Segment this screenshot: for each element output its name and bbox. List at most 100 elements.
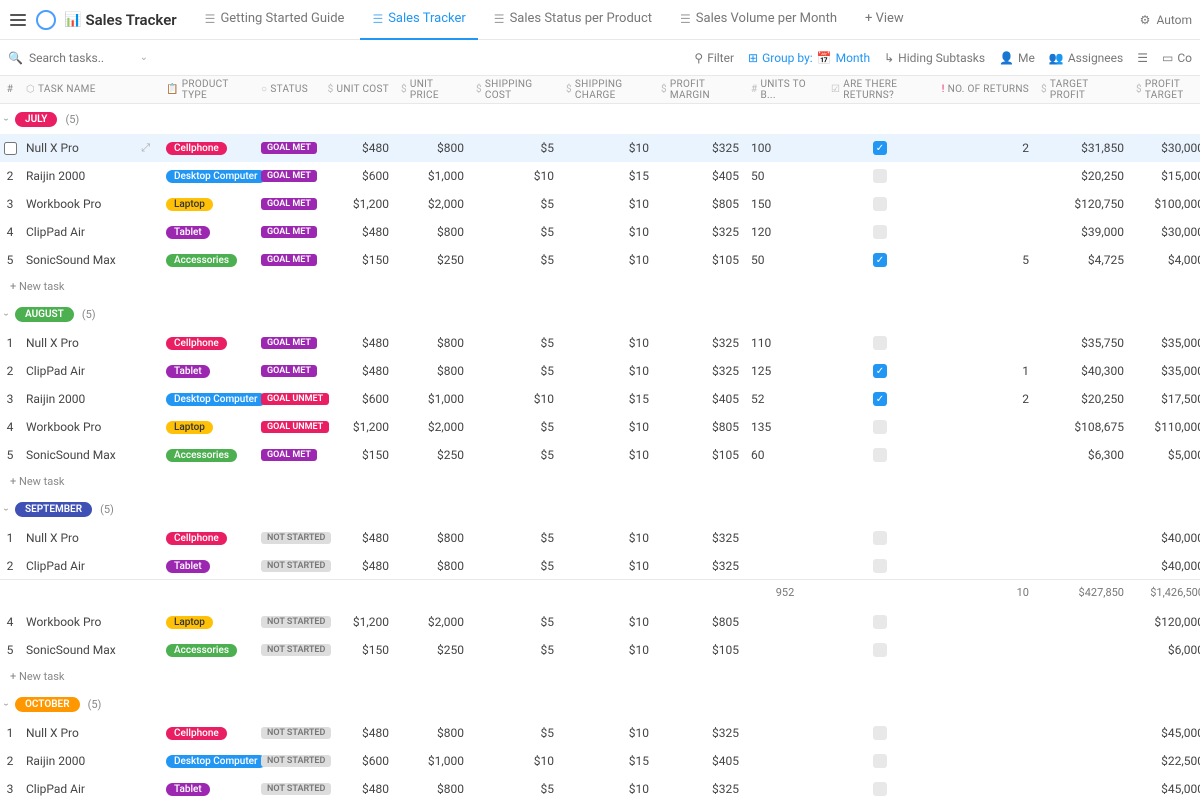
table-row[interactable]: 4Workbook ProLaptopGOAL UNMET$1,200$2,00… — [0, 413, 1200, 441]
unit-cost[interactable]: $600 — [320, 169, 395, 183]
returns-check[interactable] — [825, 559, 935, 573]
chevron-down-icon[interactable]: ⌄ — [140, 52, 148, 63]
col-units[interactable]: #UNITS TO B... — [745, 79, 825, 101]
task-name[interactable]: SonicSound Max — [20, 448, 160, 462]
new-task-btn[interactable]: + New task — [0, 274, 1200, 299]
co-btn[interactable]: ▭ Co — [1162, 51, 1192, 65]
table-row[interactable]: 2Raijin 2000Desktop ComputerGOAL MET$600… — [0, 162, 1200, 190]
profit-target[interactable]: $35,000 — [1130, 364, 1200, 378]
unit-price[interactable]: $800 — [395, 225, 470, 239]
product-type[interactable]: Cellphone — [160, 727, 255, 740]
ship-cost[interactable]: $5 — [470, 726, 560, 740]
ship-charge[interactable]: $10 — [560, 643, 655, 657]
task-name[interactable]: SonicSound Max — [20, 253, 160, 267]
unit-price[interactable]: $800 — [395, 336, 470, 350]
ship-charge[interactable]: $10 — [560, 253, 655, 267]
profit-target[interactable]: $100,000 — [1130, 197, 1200, 211]
unit-cost[interactable]: $150 — [320, 448, 395, 462]
profit-margin[interactable]: $325 — [655, 364, 745, 378]
status[interactable]: NOT STARTED — [255, 532, 320, 544]
col-unitcost[interactable]: $UNIT COST — [320, 84, 395, 95]
returns-check[interactable] — [825, 615, 935, 629]
profit-target[interactable]: $30,000 — [1130, 225, 1200, 239]
ship-cost[interactable]: $10 — [470, 169, 560, 183]
profit-margin[interactable]: $325 — [655, 726, 745, 740]
product-type[interactable]: Cellphone — [160, 142, 255, 155]
product-type[interactable]: Tablet — [160, 365, 255, 378]
profit-target[interactable]: $40,000 — [1130, 559, 1200, 573]
product-type[interactable]: Accessories — [160, 254, 255, 267]
target-profit[interactable]: $4,725 — [1035, 253, 1130, 267]
app-logo[interactable] — [36, 10, 56, 30]
automation-icon[interactable]: ⚙ — [1140, 13, 1151, 27]
returns-check[interactable] — [825, 782, 935, 796]
profit-target[interactable]: $4,000 — [1130, 253, 1200, 267]
autom-label[interactable]: Autom — [1156, 13, 1192, 27]
unit-price[interactable]: $2,000 — [395, 615, 470, 629]
ship-charge[interactable]: $10 — [560, 225, 655, 239]
unit-cost[interactable]: $1,200 — [320, 615, 395, 629]
target-profit[interactable]: $108,675 — [1035, 420, 1130, 434]
unit-price[interactable]: $800 — [395, 141, 470, 155]
product-type[interactable]: Cellphone — [160, 337, 255, 350]
task-name[interactable]: SonicSound Max — [20, 643, 160, 657]
profit-target[interactable]: $30,000 — [1130, 141, 1200, 155]
tab-sales-volume-per-month[interactable]: ☰Sales Volume per Month — [668, 0, 849, 40]
task-name[interactable]: Raijin 2000 — [20, 392, 160, 406]
units[interactable]: 110 — [745, 336, 825, 350]
unit-price[interactable]: $800 — [395, 559, 470, 573]
ship-cost[interactable]: $5 — [470, 225, 560, 239]
unit-cost[interactable]: $480 — [320, 141, 395, 155]
profit-target[interactable]: $35,000 — [1130, 336, 1200, 350]
ship-charge[interactable]: $10 — [560, 615, 655, 629]
product-type[interactable]: Cellphone — [160, 532, 255, 545]
ship-cost[interactable]: $5 — [470, 336, 560, 350]
ship-cost[interactable]: $5 — [470, 253, 560, 267]
table-row[interactable]: 3ClipPad AirTabletNOT STARTED$480$800$5$… — [0, 775, 1200, 803]
unit-cost[interactable]: $600 — [320, 392, 395, 406]
profit-margin[interactable]: $105 — [655, 253, 745, 267]
group-september[interactable]: ›SEPTEMBER(5) — [0, 494, 1200, 524]
profit-margin[interactable]: $405 — [655, 169, 745, 183]
menu-icon[interactable] — [8, 10, 28, 30]
num-returns[interactable]: 2 — [935, 392, 1035, 406]
target-profit[interactable]: $31,850 — [1035, 141, 1130, 155]
groupby-btn[interactable]: ⊞Group by: 📅Month — [748, 51, 870, 65]
table-row[interactable]: 4Workbook ProLaptopNOT STARTED$1,200$2,0… — [0, 608, 1200, 636]
returns-check[interactable] — [825, 448, 935, 462]
product-type[interactable]: Tablet — [160, 560, 255, 573]
status[interactable]: GOAL MET — [255, 170, 320, 182]
profit-target[interactable]: $45,000 — [1130, 782, 1200, 796]
task-name[interactable]: ClipPad Air — [20, 782, 160, 796]
product-type[interactable]: Desktop Computer — [160, 393, 255, 406]
target-profit[interactable]: $6,300 — [1035, 448, 1130, 462]
profit-target[interactable]: $15,000 — [1130, 169, 1200, 183]
col-shipcost[interactable]: $SHIPPING COST — [470, 79, 560, 101]
table-row[interactable]: 1Null X ProCellphoneNOT STARTED$480$800$… — [0, 524, 1200, 552]
table-row[interactable]: 5SonicSound MaxAccessoriesGOAL MET$150$2… — [0, 246, 1200, 274]
profit-target[interactable]: $22,500 — [1130, 754, 1200, 768]
target-profit[interactable]: $40,300 — [1035, 364, 1130, 378]
table-row[interactable]: 4ClipPad AirTabletGOAL MET$480$800$5$10$… — [0, 218, 1200, 246]
profit-target[interactable]: $110,000 — [1130, 420, 1200, 434]
num-returns[interactable]: 5 — [935, 253, 1035, 267]
col-name[interactable]: ⬡TASK NAME — [20, 84, 160, 95]
unit-cost[interactable]: $150 — [320, 253, 395, 267]
col-product[interactable]: 📋PRODUCT TYPE — [160, 79, 255, 101]
col-margin[interactable]: $PROFIT MARGIN — [655, 79, 745, 101]
new-task-btn[interactable]: + New task — [0, 469, 1200, 494]
unit-price[interactable]: $250 — [395, 253, 470, 267]
profit-margin[interactable]: $805 — [655, 197, 745, 211]
status[interactable]: NOT STARTED — [255, 755, 320, 767]
ship-charge[interactable]: $10 — [560, 197, 655, 211]
ship-cost[interactable]: $5 — [470, 559, 560, 573]
task-name[interactable]: Null X Pro⤢ — [20, 141, 160, 155]
task-name[interactable]: ClipPad Air — [20, 225, 160, 239]
returns-check[interactable]: ✓ — [825, 392, 935, 406]
num-returns[interactable]: 1 — [935, 364, 1035, 378]
profit-margin[interactable]: $325 — [655, 141, 745, 155]
unit-cost[interactable]: $480 — [320, 726, 395, 740]
returns-check[interactable] — [825, 197, 935, 211]
ship-cost[interactable]: $5 — [470, 420, 560, 434]
returns-check[interactable] — [825, 225, 935, 239]
